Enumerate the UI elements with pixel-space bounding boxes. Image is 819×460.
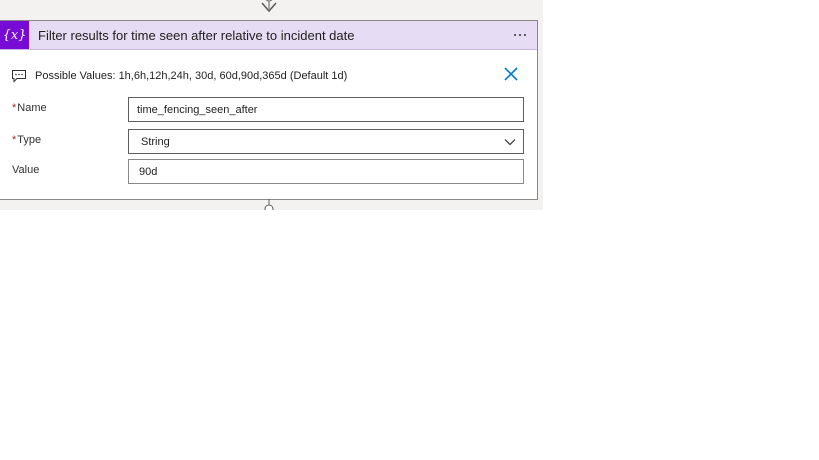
type-label: *Type: [12, 134, 42, 146]
type-dropdown-value: String: [141, 135, 170, 148]
action-card[interactable]: {x} Filter results for time seen after r…: [0, 20, 538, 200]
action-title[interactable]: Filter results for time seen after relat…: [38, 28, 354, 43]
comment-icon: [12, 70, 26, 83]
required-indicator: *: [12, 102, 17, 114]
close-icon[interactable]: [502, 65, 520, 83]
comment-text: Possible Values: 1h,6h,12h,24h, 30d, 60d…: [35, 70, 348, 82]
value-input-value: 90d: [139, 165, 158, 178]
more-options-icon: [514, 34, 516, 36]
more-options-button[interactable]: [510, 25, 530, 45]
variable-icon: {x}: [0, 21, 29, 49]
name-input-value: time_fencing_seen_after: [137, 103, 258, 116]
required-indicator: *: [12, 134, 17, 146]
connector-arrow-icon: [261, 0, 277, 13]
designer-canvas: {x} Filter results for time seen after r…: [0, 0, 543, 210]
chevron-down-icon: [504, 139, 516, 146]
name-label: *Name: [12, 102, 47, 114]
comment-row: Possible Values: 1h,6h,12h,24h, 30d, 60d…: [11, 68, 347, 84]
name-input[interactable]: time_fencing_seen_after: [128, 97, 524, 122]
type-dropdown[interactable]: String: [128, 129, 524, 154]
value-label: Value: [12, 164, 40, 176]
action-card-header[interactable]: {x} Filter results for time seen after r…: [0, 21, 537, 50]
value-input[interactable]: 90d: [128, 159, 524, 184]
connector-icon: [264, 199, 274, 210]
